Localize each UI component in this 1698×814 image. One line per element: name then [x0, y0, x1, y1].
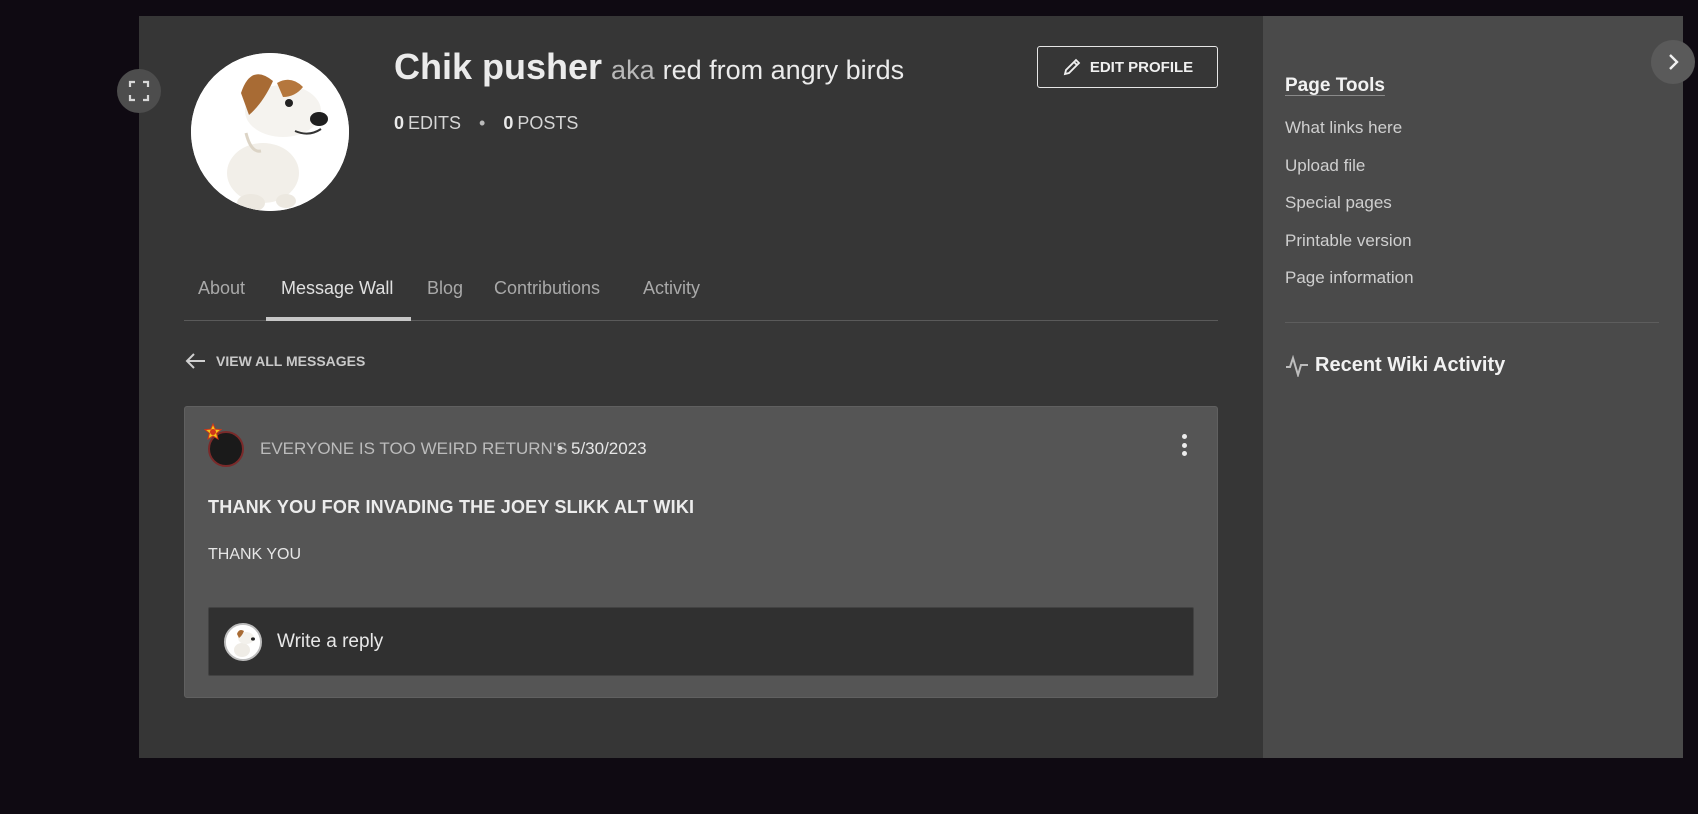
tab-message-wall[interactable]: Message Wall — [281, 278, 393, 321]
reply-input[interactable]: Write a reply — [208, 607, 1194, 676]
current-user-avatar — [224, 623, 262, 661]
message-card: EVERYONE IS TOO WEIRD RETURN'S • 5/30/20… — [184, 406, 1218, 698]
message-author[interactable]: EVERYONE IS TOO WEIRD RETURN'S — [260, 439, 567, 459]
kebab-dot — [1181, 442, 1187, 448]
active-tab-indicator — [266, 317, 411, 321]
message-date[interactable]: 5/30/2023 — [571, 439, 647, 459]
recent-wiki-activity-title: Recent Wiki Activity — [1315, 354, 1506, 376]
edits-label: EDITS — [408, 113, 462, 133]
activity-pulse-icon — [1286, 354, 1308, 377]
posts-count: 0 — [503, 113, 514, 133]
rail-divider — [1285, 322, 1659, 323]
profile-username: Chik pusher — [394, 46, 603, 87]
tool-upload-file[interactable]: Upload file — [1285, 156, 1414, 194]
recent-wiki-activity-header[interactable]: Recent Wiki Activity — [1285, 354, 1505, 377]
edit-profile-button[interactable]: EDIT PROFILE — [1037, 46, 1218, 88]
rail-toggle-button[interactable] — [1651, 40, 1695, 84]
tab-blog[interactable]: Blog — [427, 278, 463, 321]
view-all-messages-label: VIEW ALL MESSAGES — [216, 353, 366, 369]
tab-activity[interactable]: Activity — [643, 278, 700, 321]
aka-text: red from angry birds — [662, 55, 905, 85]
stats-separator: • — [479, 113, 486, 133]
chevron-right-icon — [1669, 54, 1679, 70]
tab-contributions[interactable]: Contributions — [494, 278, 600, 321]
page-tools-title[interactable]: Page Tools — [1285, 75, 1385, 97]
tool-printable-version[interactable]: Printable version — [1285, 231, 1414, 269]
message-body: THANK YOU — [208, 546, 302, 563]
message-title: THANK YOU FOR INVADING THE JOEY SLIKK AL… — [208, 497, 695, 517]
edit-profile-label: EDIT PROFILE — [1089, 58, 1194, 76]
expand-icon — [128, 80, 150, 102]
pencil-icon — [1063, 58, 1081, 76]
page-tools-list: What links here Upload file Special page… — [1285, 118, 1414, 306]
dog-avatar-small — [226, 625, 260, 659]
tab-about[interactable]: About — [198, 278, 245, 321]
reply-placeholder: Write a reply — [277, 631, 384, 652]
edits-count: 0 — [394, 113, 405, 133]
view-all-messages-link[interactable]: VIEW ALL MESSAGES — [184, 352, 365, 370]
posts-label: POSTS — [517, 113, 579, 133]
profile-stats: 0 EDITS • 0 POSTS — [394, 113, 578, 134]
star-badge-icon — [204, 423, 222, 441]
author-date-separator: • — [557, 439, 563, 458]
tool-page-information[interactable]: Page information — [1285, 268, 1414, 306]
expand-button[interactable] — [117, 69, 161, 113]
tool-special-pages[interactable]: Special pages — [1285, 193, 1414, 231]
dog-avatar-image — [191, 53, 349, 211]
arrow-left-icon — [185, 353, 205, 369]
profile-tabs: About Message Wall Blog Contributions Ac… — [184, 268, 1218, 321]
aka-label: aka — [611, 55, 655, 85]
profile-name-row: Chik pusher aka red from angry birds — [394, 46, 904, 88]
tool-what-links-here[interactable]: What links here — [1285, 118, 1414, 156]
more-options-button[interactable] — [1175, 431, 1193, 459]
profile-avatar — [191, 53, 349, 211]
kebab-dot — [1181, 434, 1187, 439]
kebab-dot — [1181, 451, 1187, 456]
